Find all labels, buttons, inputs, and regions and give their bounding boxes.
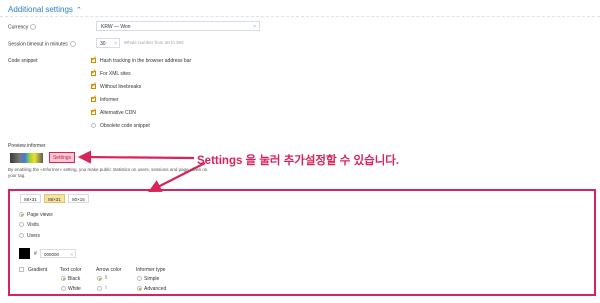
text-color-title: Text color [60,267,82,273]
metric-label: Users [27,233,41,239]
size-tab[interactable]: 88×31 [20,194,41,203]
informer-settings-panel [8,189,596,296]
radio-text-white[interactable] [61,286,66,291]
size-tab-active[interactable]: 88×31 [44,194,65,203]
color-hex-input[interactable]: 000000 × [40,249,76,258]
radio-type-advanced[interactable] [137,286,142,291]
radio-arrow-light[interactable] [97,286,102,291]
text-color-label: White [68,286,81,292]
radio-users[interactable] [19,233,24,238]
color-swatch[interactable] [19,248,30,259]
radio-visits[interactable] [19,222,24,227]
arrow-light-icon: ⇧ [104,285,109,291]
informer-type-title: Informer type [136,267,166,273]
radio-arrow-dark[interactable] [97,276,102,281]
color-hex-value: 000000 [44,252,60,257]
informer-description: By enabling the «Informer» setting, you … [8,167,208,178]
callout-text: Settings 을 눌러 추가설정할 수 있습니다. [197,155,400,167]
metric-label: Visits [27,222,39,228]
informer-type-label: Simple [144,276,160,282]
gradient-label: Gradient [28,267,48,273]
radio-text-black[interactable] [61,276,66,281]
hash-label: # [34,251,37,257]
radio-type-simple[interactable] [137,276,142,281]
size-tab[interactable]: 80×15 [68,194,89,203]
gradient-checkbox[interactable] [19,267,24,272]
clear-icon[interactable]: × [70,250,73,259]
radio-page-views[interactable] [19,212,24,217]
arrow-to-settings [77,150,195,164]
informer-type-label: Advanced [144,286,167,292]
arrow-color-title: Arrow color [96,267,122,273]
metric-label: Page views [27,212,53,218]
text-color-label: Black [68,276,81,282]
arrow-dark-icon: ⇧ [104,275,109,281]
